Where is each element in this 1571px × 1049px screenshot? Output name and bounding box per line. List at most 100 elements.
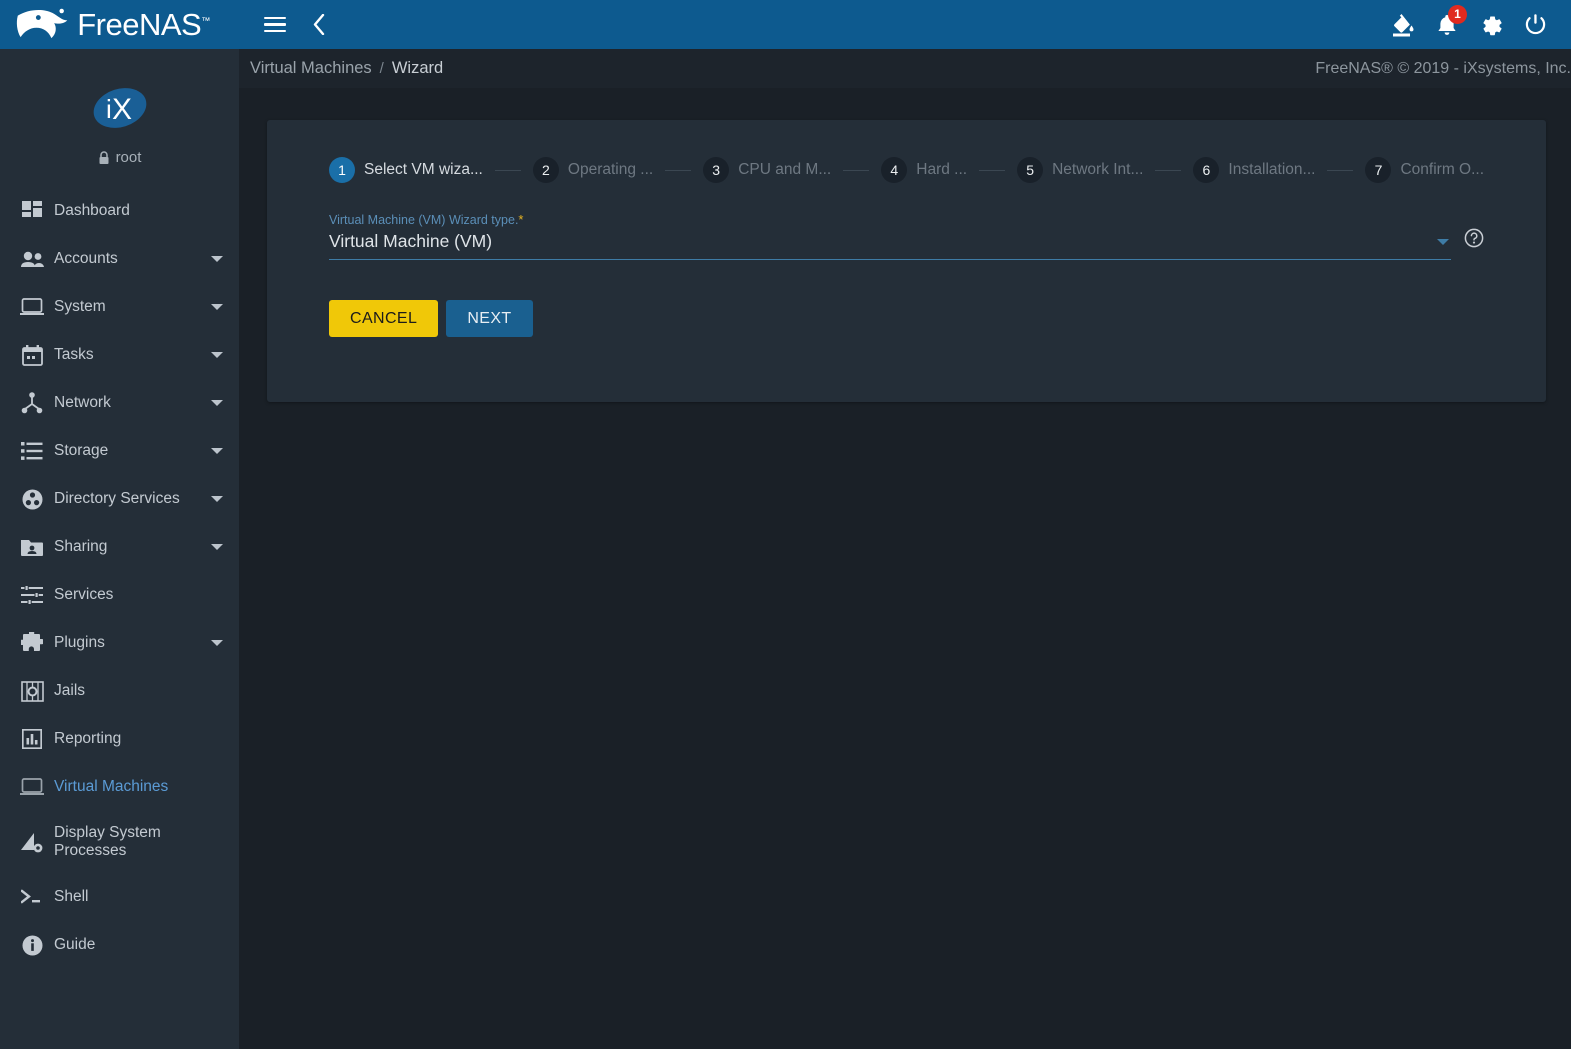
lock-icon bbox=[99, 150, 109, 164]
step-label[interactable]: CPU and M... bbox=[738, 161, 831, 179]
step-label[interactable]: Select VM wiza... bbox=[364, 161, 483, 179]
chevron-down-icon[interactable] bbox=[211, 304, 223, 310]
wizard-step-7[interactable]: 7 Confirm O... bbox=[1365, 157, 1484, 183]
sidebar-item-tasks[interactable]: Tasks bbox=[0, 331, 239, 379]
paint-bucket-icon bbox=[1393, 13, 1414, 36]
svg-text:X: X bbox=[112, 93, 132, 126]
sidebar-item-shell[interactable]: Shell bbox=[0, 873, 239, 921]
sidebar-item-plugins[interactable]: Plugins bbox=[0, 619, 239, 667]
chevron-down-icon[interactable] bbox=[1437, 238, 1449, 245]
system-icon bbox=[10, 293, 54, 321]
shell-icon bbox=[10, 883, 54, 911]
chevron-down-icon[interactable] bbox=[211, 256, 223, 262]
step-label[interactable]: Confirm O... bbox=[1400, 161, 1484, 179]
sidebar-item-directory-services[interactable]: Directory Services bbox=[0, 475, 239, 523]
step-label[interactable]: Installation... bbox=[1228, 161, 1315, 179]
sidebar-item-virtual-machines[interactable]: Virtual Machines bbox=[0, 763, 239, 811]
step-number: 2 bbox=[532, 157, 559, 183]
step-label[interactable]: Network Int... bbox=[1052, 161, 1143, 179]
sidebar-item-system[interactable]: System bbox=[0, 283, 239, 331]
next-button[interactable]: NEXT bbox=[446, 300, 533, 337]
sidebar-item-storage[interactable]: Storage bbox=[0, 427, 239, 475]
sidebar-item-label: Sharing bbox=[54, 538, 108, 556]
reporting-icon bbox=[10, 725, 54, 753]
wizard-step-5[interactable]: 5 Network Int... bbox=[1017, 157, 1143, 183]
services-icon bbox=[10, 581, 54, 609]
chevron-down-icon[interactable] bbox=[211, 544, 223, 550]
wizard-stepper: 1 Select VM wiza... 2 Operating ... 3 CP… bbox=[329, 154, 1484, 186]
sidebar-item-label: Accounts bbox=[54, 250, 118, 268]
wizard-actions: CANCEL NEXT bbox=[329, 300, 1484, 337]
brand-header[interactable]: FreeNAS™ bbox=[0, 0, 239, 49]
sidebar-item-display-system-processes[interactable]: Display System Processes bbox=[0, 811, 239, 873]
wizard-step-4[interactable]: 4 Hard ... bbox=[881, 157, 967, 183]
step-number: 4 bbox=[881, 157, 908, 183]
hamburger-icon bbox=[264, 13, 286, 37]
step-number: 6 bbox=[1193, 157, 1220, 183]
chevron-down-icon[interactable] bbox=[211, 352, 223, 358]
sidebar-item-label: Services bbox=[54, 586, 114, 604]
step-label[interactable]: Hard ... bbox=[916, 161, 967, 179]
wizard-type-select[interactable]: Virtual Machine (VM) bbox=[329, 231, 1451, 260]
chevron-down-icon[interactable] bbox=[211, 640, 223, 646]
step-connector bbox=[1155, 169, 1182, 171]
sidebar-item-accounts[interactable]: Accounts bbox=[0, 235, 239, 283]
help-circle-icon[interactable] bbox=[1464, 228, 1484, 253]
breadcrumb-separator: / bbox=[379, 60, 384, 77]
notifications-button[interactable]: 1 bbox=[1425, 3, 1469, 47]
chevron-down-icon[interactable] bbox=[211, 496, 223, 502]
power-icon bbox=[1525, 14, 1545, 35]
sidebar-item-network[interactable]: Network bbox=[0, 379, 239, 427]
step-connector bbox=[979, 169, 1006, 171]
sidebar-item-guide[interactable]: Guide bbox=[0, 921, 239, 969]
theme-button[interactable] bbox=[1381, 3, 1425, 47]
dashboard-icon bbox=[10, 197, 54, 225]
sidebar-item-label: System bbox=[54, 298, 106, 316]
sidebar-item-reporting[interactable]: Reporting bbox=[0, 715, 239, 763]
wizard-type-field-group: Virtual Machine (VM) Wizard type.* Virtu… bbox=[329, 212, 1484, 260]
accounts-icon bbox=[10, 245, 54, 273]
sidebar-item-label: Dashboard bbox=[54, 202, 130, 220]
sharing-icon bbox=[10, 533, 54, 561]
wizard-type-label: Virtual Machine (VM) Wizard type.* bbox=[329, 212, 1451, 227]
sidebar-item-services[interactable]: Services bbox=[0, 571, 239, 619]
step-number: 3 bbox=[703, 157, 730, 183]
back-button[interactable] bbox=[297, 3, 341, 47]
wizard-step-6[interactable]: 6 Installation... bbox=[1193, 157, 1315, 183]
ixsystems-logo-icon: i X bbox=[93, 88, 146, 128]
sidebar-item-label: Jails bbox=[54, 682, 86, 700]
step-number: 7 bbox=[1365, 157, 1392, 183]
sidebar-item-label: Reporting bbox=[54, 730, 122, 748]
wizard-step-2[interactable]: 2 Operating ... bbox=[532, 157, 653, 183]
step-connector bbox=[665, 169, 692, 171]
wizard-step-1[interactable]: 1 Select VM wiza... bbox=[329, 157, 483, 183]
wizard-type-label-text: Virtual Machine (VM) Wizard type. bbox=[329, 213, 519, 227]
freenas-shark-logo-icon bbox=[17, 8, 68, 38]
plugins-icon bbox=[10, 629, 54, 657]
display-system-processes-icon bbox=[10, 828, 54, 856]
chevron-down-icon[interactable] bbox=[211, 448, 223, 454]
user-block: i X root bbox=[0, 49, 239, 166]
settings-button[interactable] bbox=[1469, 3, 1513, 47]
sidebar-item-label: Storage bbox=[54, 442, 109, 460]
main-content: 1 Select VM wiza... 2 Operating ... 3 CP… bbox=[239, 88, 1571, 1049]
gear-icon bbox=[1483, 15, 1502, 35]
username-label: root bbox=[115, 149, 142, 166]
cancel-button[interactable]: CANCEL bbox=[329, 300, 439, 337]
current-user: root bbox=[0, 149, 239, 166]
step-connector bbox=[843, 169, 870, 171]
sidebar-item-sharing[interactable]: Sharing bbox=[0, 523, 239, 571]
breadcrumb-bar: Virtual Machines / Wizard FreeNAS® © 201… bbox=[239, 49, 1571, 88]
tasks-icon bbox=[10, 341, 54, 369]
sidebar-item-dashboard[interactable]: Dashboard bbox=[0, 187, 239, 235]
menu-toggle-button[interactable] bbox=[253, 3, 297, 47]
step-label[interactable]: Operating ... bbox=[568, 161, 653, 179]
chevron-down-icon[interactable] bbox=[211, 400, 223, 406]
wizard-step-3[interactable]: 3 CPU and M... bbox=[703, 157, 831, 183]
sidebar-item-jails[interactable]: Jails bbox=[0, 667, 239, 715]
step-number: 1 bbox=[329, 157, 355, 183]
power-button[interactable] bbox=[1513, 3, 1557, 47]
breadcrumb-item-virtual-machines[interactable]: Virtual Machines bbox=[248, 59, 374, 78]
notification-badge: 1 bbox=[1448, 4, 1467, 24]
app-root: FreeNAS™ i X root Dashboard Accounts Sys… bbox=[0, 0, 1571, 1049]
